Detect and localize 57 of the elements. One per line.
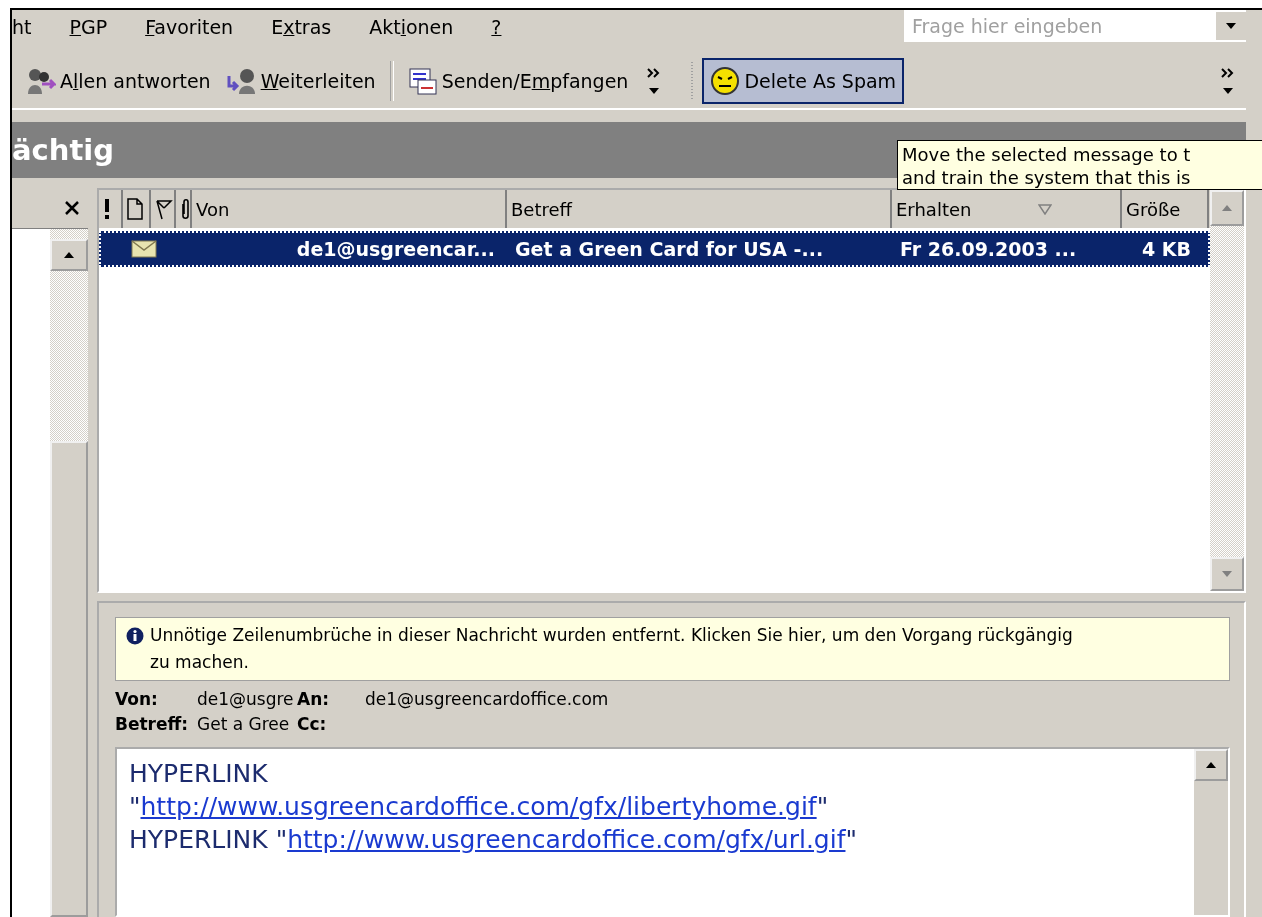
flag-icon	[155, 198, 173, 220]
field-label: An:	[297, 688, 331, 711]
person-arrow-icon	[226, 66, 257, 96]
table-cell-text: Fr 26.09.2003 ...	[899, 238, 1078, 260]
body-text: HYPERLINK	[129, 759, 268, 788]
table-cell-text: 4 KB	[1141, 238, 1193, 260]
column-header[interactable]: Erhalten	[892, 190, 1122, 228]
info-text: Unnötige Zeilenumbrüche in dieser Nachricht wurden entfernt. Klicken Sie hier, um den Vorgang rückgängig zu machen.	[150, 624, 1074, 674]
field-label: Betreff:	[115, 713, 190, 736]
field-value: de1@usgre	[197, 688, 295, 711]
info-bar[interactable]: Unnötige Zeilenumbrüche in dieser Nachricht wurden entfernt. Klicken Sie hier, um den Vorgang rückgängig zu machen.	[115, 617, 1230, 681]
scrollbar[interactable]	[1210, 190, 1244, 591]
toolbar-button[interactable]: Delete As Spam	[702, 58, 905, 104]
menu-item[interactable]: ?	[491, 16, 502, 38]
column-header[interactable]: Betreff	[507, 190, 892, 228]
dropdown-arrow-icon	[1225, 22, 1237, 30]
message-row[interactable]: de1@usgreencar... Get a Green Card for USA -... Fr 26.09.2003 ... 4 KB	[99, 231, 1210, 267]
menu-item[interactable]: Favoriten	[145, 16, 234, 38]
paperclip-icon	[180, 198, 190, 220]
link[interactable]: http://www.usgreencardoffice.com/gfx/url.gif	[287, 825, 846, 854]
document-icon	[127, 198, 143, 220]
toolbar-button[interactable]: Senden/Empfangen	[399, 58, 637, 104]
info-icon	[126, 627, 144, 645]
exclamation-icon	[103, 198, 111, 220]
link[interactable]: http://www.usgreencardoffice.com/gfx/libertyhome.gif	[140, 792, 817, 821]
close-icon[interactable]	[64, 200, 80, 216]
field-value: de1@usgreencardoffice.com	[365, 688, 610, 711]
menu-item[interactable]: PGP	[69, 16, 108, 38]
question-field[interactable]: Frage hier eingeben	[904, 10, 1246, 42]
folder-title: ächtig	[12, 132, 114, 169]
gripper-icon	[690, 62, 695, 100]
tooltip-text: Move the selected message to t	[902, 143, 1192, 166]
tooltip-text: and train the system that this is	[902, 166, 1192, 189]
table-cell-text: Get a Green Card for USA -...	[514, 238, 825, 260]
body-text: HYPERLINK "	[129, 825, 288, 854]
column-header[interactable]: Von	[192, 190, 507, 228]
body-text: "	[129, 792, 141, 821]
menu-item[interactable]: ht	[12, 16, 32, 38]
envelope-icon	[131, 240, 157, 258]
dropdown-button[interactable]	[1216, 12, 1246, 40]
menu-item[interactable]: Extras	[271, 16, 332, 38]
people-icon	[26, 66, 56, 96]
send-receive-icon	[407, 66, 438, 96]
menu-item[interactable]: Aktionen	[369, 16, 454, 38]
field-label: Von:	[115, 688, 159, 711]
field-label: Cc:	[297, 713, 328, 736]
sort-arrow-icon	[1037, 203, 1052, 215]
toolbar-button[interactable]: Allen antworten	[18, 58, 219, 104]
scrollbar[interactable]	[1194, 749, 1228, 915]
smiley-icon	[710, 66, 741, 96]
chevron-icon[interactable]	[1220, 66, 1236, 96]
scrollbar[interactable]	[50, 229, 88, 917]
field-value: Get a Gree	[197, 713, 291, 736]
toolbar-button[interactable]: Weiterleiten	[218, 58, 384, 104]
body-text: "	[816, 792, 829, 821]
body-text: "	[845, 825, 857, 854]
table-cell-text: de1@usgreencar...	[295, 238, 496, 260]
